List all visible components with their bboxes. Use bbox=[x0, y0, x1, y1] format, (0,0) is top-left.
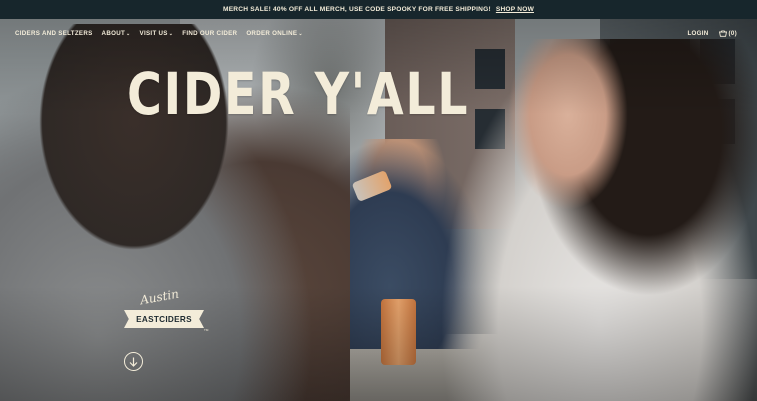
nav-item-about[interactable]: ABOUT⌄ bbox=[102, 30, 131, 37]
chevron-down-icon: ⌄ bbox=[298, 31, 303, 37]
brand-logo[interactable]: Austin EASTCIDERS TM bbox=[124, 286, 209, 342]
cart-count: (0) bbox=[728, 30, 737, 37]
hero-section: CIDERS AND SELTZERS ABOUT⌄ VISIT US⌄ FIN… bbox=[0, 19, 757, 401]
nav-item-ciders-and-seltzers[interactable]: CIDERS AND SELTZERS bbox=[15, 30, 93, 37]
chevron-down-icon: ⌄ bbox=[126, 31, 131, 37]
logo-banner-text: EASTCIDERS bbox=[136, 314, 192, 324]
main-nav: CIDERS AND SELTZERS ABOUT⌄ VISIT US⌄ FIN… bbox=[0, 30, 757, 44]
scroll-down-button[interactable] bbox=[124, 352, 143, 371]
logo-banner: EASTCIDERS bbox=[124, 310, 204, 328]
announcement-text: MERCH SALE! 40% OFF ALL MERCH, USE CODE … bbox=[223, 6, 491, 13]
cart-button[interactable]: (0) bbox=[718, 30, 737, 37]
chevron-down-icon: ⌄ bbox=[168, 31, 174, 37]
logo-trademark: TM bbox=[204, 328, 209, 332]
arrow-down-icon bbox=[129, 357, 138, 367]
nav-menu: CIDERS AND SELTZERS ABOUT⌄ VISIT US⌄ FIN… bbox=[15, 30, 303, 37]
nav-account: LOGIN (0) bbox=[687, 30, 737, 37]
login-link[interactable]: LOGIN bbox=[687, 30, 708, 37]
nav-item-order-online[interactable]: ORDER ONLINE⌄ bbox=[246, 30, 303, 37]
announcement-bar: MERCH SALE! 40% OFF ALL MERCH, USE CODE … bbox=[0, 0, 757, 19]
shop-now-link[interactable]: SHOP NOW bbox=[496, 6, 534, 13]
nav-item-visit-us[interactable]: VISIT US⌄ bbox=[140, 30, 174, 37]
basket-icon bbox=[718, 30, 727, 37]
hero-headline: CIDER Y'ALL bbox=[127, 60, 470, 128]
logo-script-text: Austin bbox=[139, 286, 180, 308]
nav-item-find-our-cider[interactable]: FIND OUR CIDER bbox=[182, 30, 237, 37]
